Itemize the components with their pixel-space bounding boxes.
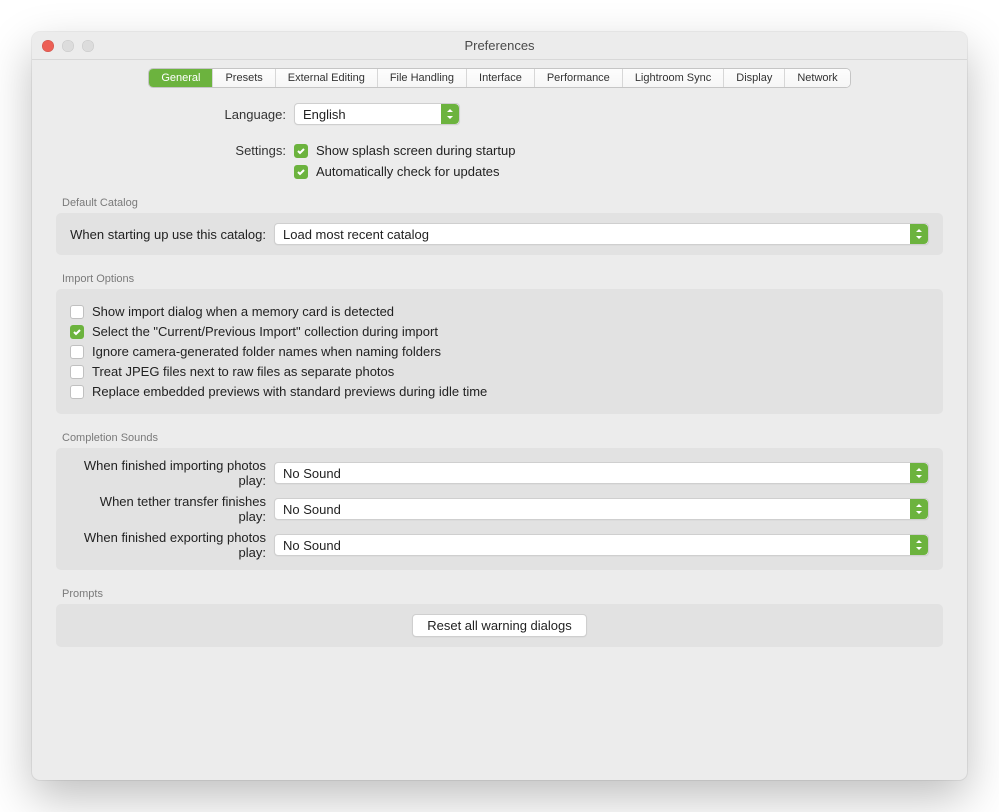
import-option-label: Replace embedded previews with standard … bbox=[92, 384, 487, 399]
section-import-options: Import Options bbox=[62, 273, 943, 285]
import-option-label: Select the "Current/Previous Import" col… bbox=[92, 324, 438, 339]
completion-sounds-panel: When finished importing photos play: No S… bbox=[56, 448, 943, 570]
tab-network[interactable]: Network bbox=[784, 69, 849, 87]
splash-label: Show splash screen during startup bbox=[316, 143, 515, 158]
default-catalog-value: Load most recent catalog bbox=[283, 227, 429, 242]
import-option-row[interactable]: Select the "Current/Previous Import" col… bbox=[70, 324, 929, 339]
default-catalog-select[interactable]: Load most recent catalog bbox=[274, 223, 929, 245]
chevron-up-down-icon bbox=[910, 463, 928, 483]
checkbox-icon[interactable] bbox=[70, 345, 84, 359]
sound-row-label: When finished importing photos play: bbox=[70, 458, 274, 488]
import-option-label: Treat JPEG files next to raw files as se… bbox=[92, 364, 394, 379]
import-option-label: Show import dialog when a memory card is… bbox=[92, 304, 394, 319]
default-catalog-panel: When starting up use this catalog: Load … bbox=[56, 213, 943, 255]
chevron-up-down-icon bbox=[441, 104, 459, 124]
preferences-window: Preferences GeneralPresetsExternal Editi… bbox=[32, 32, 967, 780]
section-completion-sounds: Completion Sounds bbox=[62, 432, 943, 444]
tab-interface[interactable]: Interface bbox=[466, 69, 534, 87]
checkbox-icon[interactable] bbox=[294, 165, 308, 179]
content-area: Language: English Settings: Show splash … bbox=[32, 87, 967, 780]
import-option-row[interactable]: Treat JPEG files next to raw files as se… bbox=[70, 364, 929, 379]
sound-row-label: When tether transfer finishes play: bbox=[70, 494, 274, 524]
tab-bar: GeneralPresetsExternal EditingFile Handl… bbox=[32, 69, 967, 87]
import-options-panel: Show import dialog when a memory card is… bbox=[56, 289, 943, 414]
reset-warnings-button[interactable]: Reset all warning dialogs bbox=[412, 614, 587, 637]
chevron-up-down-icon bbox=[910, 535, 928, 555]
tab-segment: GeneralPresetsExternal EditingFile Handl… bbox=[149, 69, 849, 87]
import-option-row[interactable]: Ignore camera-generated folder names whe… bbox=[70, 344, 929, 359]
zoom-icon bbox=[82, 40, 94, 52]
checkbox-icon[interactable] bbox=[70, 365, 84, 379]
settings-label: Settings: bbox=[56, 143, 294, 158]
sound-value: No Sound bbox=[283, 538, 341, 553]
updates-checkbox-row[interactable]: Automatically check for updates bbox=[294, 164, 500, 179]
sound-value: No Sound bbox=[283, 466, 341, 481]
sound-select[interactable]: No Sound bbox=[274, 462, 929, 484]
titlebar: Preferences bbox=[32, 32, 967, 60]
sound-select[interactable]: No Sound bbox=[274, 534, 929, 556]
prompts-panel: Reset all warning dialogs bbox=[56, 604, 943, 647]
language-label: Language: bbox=[56, 107, 294, 122]
tab-display[interactable]: Display bbox=[723, 69, 784, 87]
sound-select[interactable]: No Sound bbox=[274, 498, 929, 520]
tab-presets[interactable]: Presets bbox=[212, 69, 274, 87]
sound-value: No Sound bbox=[283, 502, 341, 517]
tab-lightroom-sync[interactable]: Lightroom Sync bbox=[622, 69, 723, 87]
sound-row-label: When finished exporting photos play: bbox=[70, 530, 274, 560]
import-option-row[interactable]: Show import dialog when a memory card is… bbox=[70, 304, 929, 319]
tab-general[interactable]: General bbox=[149, 69, 212, 87]
section-default-catalog: Default Catalog bbox=[62, 197, 943, 209]
checkbox-icon[interactable] bbox=[70, 325, 84, 339]
section-prompts: Prompts bbox=[62, 588, 943, 600]
checkbox-icon[interactable] bbox=[70, 385, 84, 399]
updates-label: Automatically check for updates bbox=[316, 164, 500, 179]
close-icon[interactable] bbox=[42, 40, 54, 52]
import-option-row[interactable]: Replace embedded previews with standard … bbox=[70, 384, 929, 399]
tab-external-editing[interactable]: External Editing bbox=[275, 69, 377, 87]
language-value: English bbox=[303, 107, 346, 122]
checkbox-icon[interactable] bbox=[70, 305, 84, 319]
tab-performance[interactable]: Performance bbox=[534, 69, 622, 87]
default-catalog-label: When starting up use this catalog: bbox=[70, 227, 274, 242]
import-option-label: Ignore camera-generated folder names whe… bbox=[92, 344, 441, 359]
minimize-icon bbox=[62, 40, 74, 52]
chevron-up-down-icon bbox=[910, 499, 928, 519]
window-controls bbox=[42, 40, 94, 52]
splash-checkbox-row[interactable]: Show splash screen during startup bbox=[294, 143, 515, 158]
window-title: Preferences bbox=[32, 38, 967, 53]
tab-file-handling[interactable]: File Handling bbox=[377, 69, 466, 87]
language-select[interactable]: English bbox=[294, 103, 460, 125]
checkbox-icon[interactable] bbox=[294, 144, 308, 158]
chevron-up-down-icon bbox=[910, 224, 928, 244]
